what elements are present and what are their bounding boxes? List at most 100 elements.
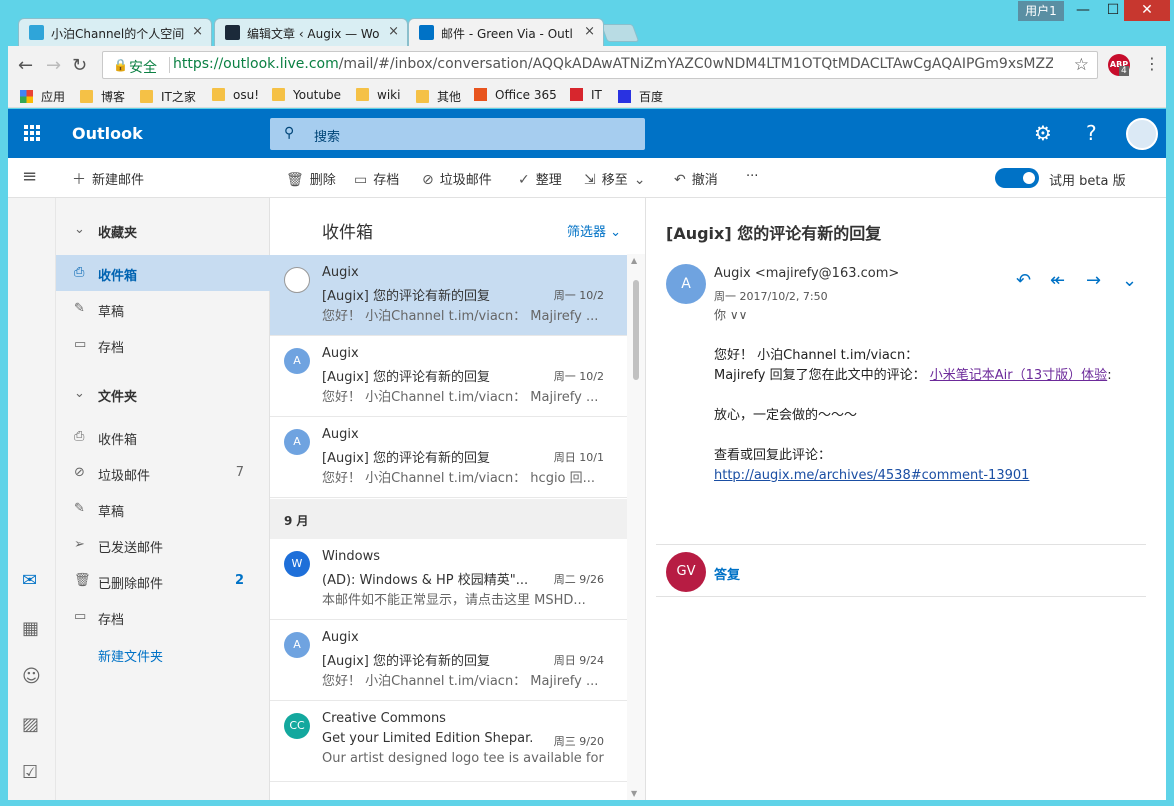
help-icon[interactable]: ?	[1086, 121, 1097, 145]
calendar-icon[interactable]: ▦	[22, 618, 39, 639]
bookmark-it[interactable]: IT	[570, 88, 602, 102]
outlook-brand[interactable]: Outlook	[72, 124, 143, 143]
filter-button[interactable]: 筛选器 ⌄	[567, 221, 621, 240]
new-tab-button[interactable]	[600, 24, 640, 42]
recipients[interactable]: 你 ∨∨	[714, 306, 747, 323]
reply-icon[interactable]: ↶	[1016, 270, 1031, 291]
favorites-label: 收藏夹	[98, 226, 138, 241]
sender-address[interactable]: Augix <majirefy@163.com>	[714, 266, 899, 281]
comment-link[interactable]: http://augix.me/archives/4538#comment-13…	[714, 468, 1029, 483]
message-subject-heading: [Augix] 您的评论有新的回复	[666, 224, 882, 243]
sender-avatar: A	[284, 348, 310, 374]
trash-icon: 🗑	[286, 172, 304, 188]
close-icon[interactable]: ×	[584, 24, 595, 39]
account-avatar[interactable]	[1126, 118, 1158, 150]
undo-button[interactable]: ↶ 撤消	[674, 169, 718, 188]
archive-icon: ▭	[74, 609, 87, 624]
close-icon[interactable]: ×	[388, 24, 399, 39]
folder-deleted[interactable]: 🗑 已删除邮件 2	[56, 563, 270, 599]
minimize-button[interactable]: —	[1066, 0, 1100, 21]
list-item[interactable]: A Augix [Augix] 您的评论有新的回复 周日 10/1 您好！ 小泊…	[270, 417, 628, 498]
forward-icon[interactable]: →	[1086, 270, 1101, 291]
close-icon[interactable]: ×	[192, 24, 203, 39]
bookmark-blog[interactable]: 博客	[80, 88, 125, 105]
scroll-up-icon[interactable]: ▲	[631, 256, 637, 265]
block-icon: ⊘	[74, 465, 85, 480]
reply-all-icon[interactable]: ↞	[1050, 270, 1065, 291]
bookmark-baidu[interactable]: 百度	[618, 88, 663, 105]
app-launcher-icon[interactable]	[24, 125, 40, 141]
people-icon[interactable]: ☺	[22, 666, 41, 687]
reload-icon[interactable]: ↻	[72, 55, 87, 76]
command-bar: ≡ ＋ 新建邮件 🗑 删除 ▭ 存档 ⊘ 垃圾邮件 ✓ 整理 ⇲ 移至 ⌄ ↶ 撤消 ··· 试…	[8, 158, 1166, 198]
fav-folder-inbox[interactable]: ⎙ 收件箱	[56, 255, 270, 291]
delete-button[interactable]: 🗑 删除	[286, 169, 336, 188]
folder-drafts[interactable]: ✎ 草稿	[56, 491, 270, 527]
search-input[interactable]: ⚲ 搜索	[270, 118, 645, 150]
list-item[interactable]: W Windows (AD): Windows & HP 校园精英"... 周二…	[270, 539, 628, 620]
message-body: 您好！ 小泊Channel t.im/viacn： Majirefy 回复了您在…	[714, 346, 1144, 486]
close-window-button[interactable]: ✕	[1124, 0, 1170, 21]
new-mail-button[interactable]: ＋ 新建邮件	[72, 169, 144, 189]
bookmark-apps[interactable]: 应用	[20, 88, 65, 105]
archive-button[interactable]: ▭ 存档	[354, 169, 399, 188]
forward-arrow-icon[interactable]: →	[46, 55, 61, 76]
sender-avatar: A	[284, 429, 310, 455]
scroll-down-icon[interactable]: ▼	[631, 789, 637, 798]
list-scrollbar[interactable]: ▲ ▼	[627, 254, 645, 800]
bookmark-office365[interactable]: Office 365	[474, 88, 557, 102]
bookmark-star-icon[interactable]: ☆	[1074, 55, 1089, 75]
folder-junk[interactable]: ⊘ 垃圾邮件 7	[56, 455, 270, 491]
list-item[interactable]: A Augix [Augix] 您的评论有新的回复 周日 9/24 您好！ 小泊…	[270, 620, 628, 701]
back-arrow-icon[interactable]: ←	[18, 55, 33, 76]
delete-label: 删除	[309, 173, 336, 188]
favorites-header[interactable]: ⌄ 收藏夹	[56, 212, 270, 248]
folder-archive[interactable]: ▭ 存档	[56, 599, 270, 635]
move-to-button[interactable]: ⇲ 移至 ⌄	[584, 169, 651, 188]
mail-icon[interactable]: ✉	[22, 570, 37, 591]
article-link[interactable]: 小米笔记本Air（13寸版）体验	[930, 368, 1107, 383]
folder-icon	[212, 88, 225, 101]
hamburger-icon[interactable]: ≡	[22, 166, 37, 187]
gear-icon[interactable]: ⚙	[1034, 121, 1052, 145]
pencil-icon: ✎	[74, 501, 85, 516]
select-radio[interactable]	[284, 267, 310, 293]
beta-toggle[interactable]	[995, 168, 1039, 188]
sweep-button[interactable]: ✓ 整理	[518, 169, 562, 188]
fav-folder-archive[interactable]: ▭ 存档	[56, 327, 270, 363]
fav-folder-drafts[interactable]: ✎ 草稿	[56, 291, 270, 327]
browser-menu-icon[interactable]: ⋮	[1144, 54, 1160, 73]
bookmark-other[interactable]: 其他	[416, 88, 461, 105]
junk-label: 垃圾邮件	[439, 173, 492, 188]
bookmark-youtube[interactable]: Youtube	[272, 88, 341, 102]
tasks-icon[interactable]: ☑	[22, 762, 38, 783]
folder-inbox[interactable]: ⎙ 收件箱	[56, 419, 270, 455]
list-item[interactable]: A Augix [Augix] 您的评论有新的回复 周一 10/2 您好！ 小泊…	[270, 336, 628, 417]
new-folder-link[interactable]: 新建文件夹	[98, 646, 163, 665]
sender-avatar[interactable]: A	[666, 264, 706, 304]
tab-outlook-mail[interactable]: 邮件 - Green Via - Outl ×	[408, 18, 604, 46]
more-actions-button[interactable]: ···	[746, 169, 758, 184]
chevron-down-icon[interactable]: ⌄	[1122, 270, 1137, 291]
folders-header[interactable]: ⌄ 文件夹	[56, 376, 270, 412]
bookmark-osu[interactable]: osu!	[212, 88, 259, 102]
folder-icon	[356, 88, 369, 101]
profile-badge[interactable]: 用户1	[1018, 1, 1064, 21]
url-text[interactable]: https://outlook.live.com/mail/#/inbox/co…	[173, 56, 1053, 72]
address-bar[interactable]: 🔒 安全 https://outlook.live.com/mail/#/inb…	[102, 51, 1098, 79]
scroll-thumb[interactable]	[633, 280, 639, 380]
photos-icon[interactable]: ▨	[22, 714, 39, 735]
folder-icon	[140, 90, 153, 103]
tab-personal-space[interactable]: 小泊Channel的个人空间 ×	[18, 18, 212, 46]
mail-app: ≡ ＋ 新建邮件 🗑 删除 ▭ 存档 ⊘ 垃圾邮件 ✓ 整理 ⇲ 移至 ⌄ ↶ 撤消 ··· 试…	[8, 158, 1166, 800]
bookmark-label: Youtube	[293, 88, 341, 102]
tab-edit-article[interactable]: 编辑文章 ‹ Augix — Wo ×	[214, 18, 408, 46]
folder-sent[interactable]: ➢ 已发送邮件	[56, 527, 270, 563]
list-item[interactable]: Augix [Augix] 您的评论有新的回复 周一 10/2 您好！ 小泊Ch…	[270, 255, 628, 336]
folder-label: 已发送邮件	[98, 541, 164, 556]
junk-button[interactable]: ⊘ 垃圾邮件	[422, 169, 492, 188]
bookmark-ithome[interactable]: IT之家	[140, 88, 196, 105]
bookmark-wiki[interactable]: wiki	[356, 88, 400, 102]
reply-button[interactable]: 答复	[714, 564, 740, 583]
list-item[interactable]: CC Creative Commons Get your Limited Edi…	[270, 701, 628, 782]
